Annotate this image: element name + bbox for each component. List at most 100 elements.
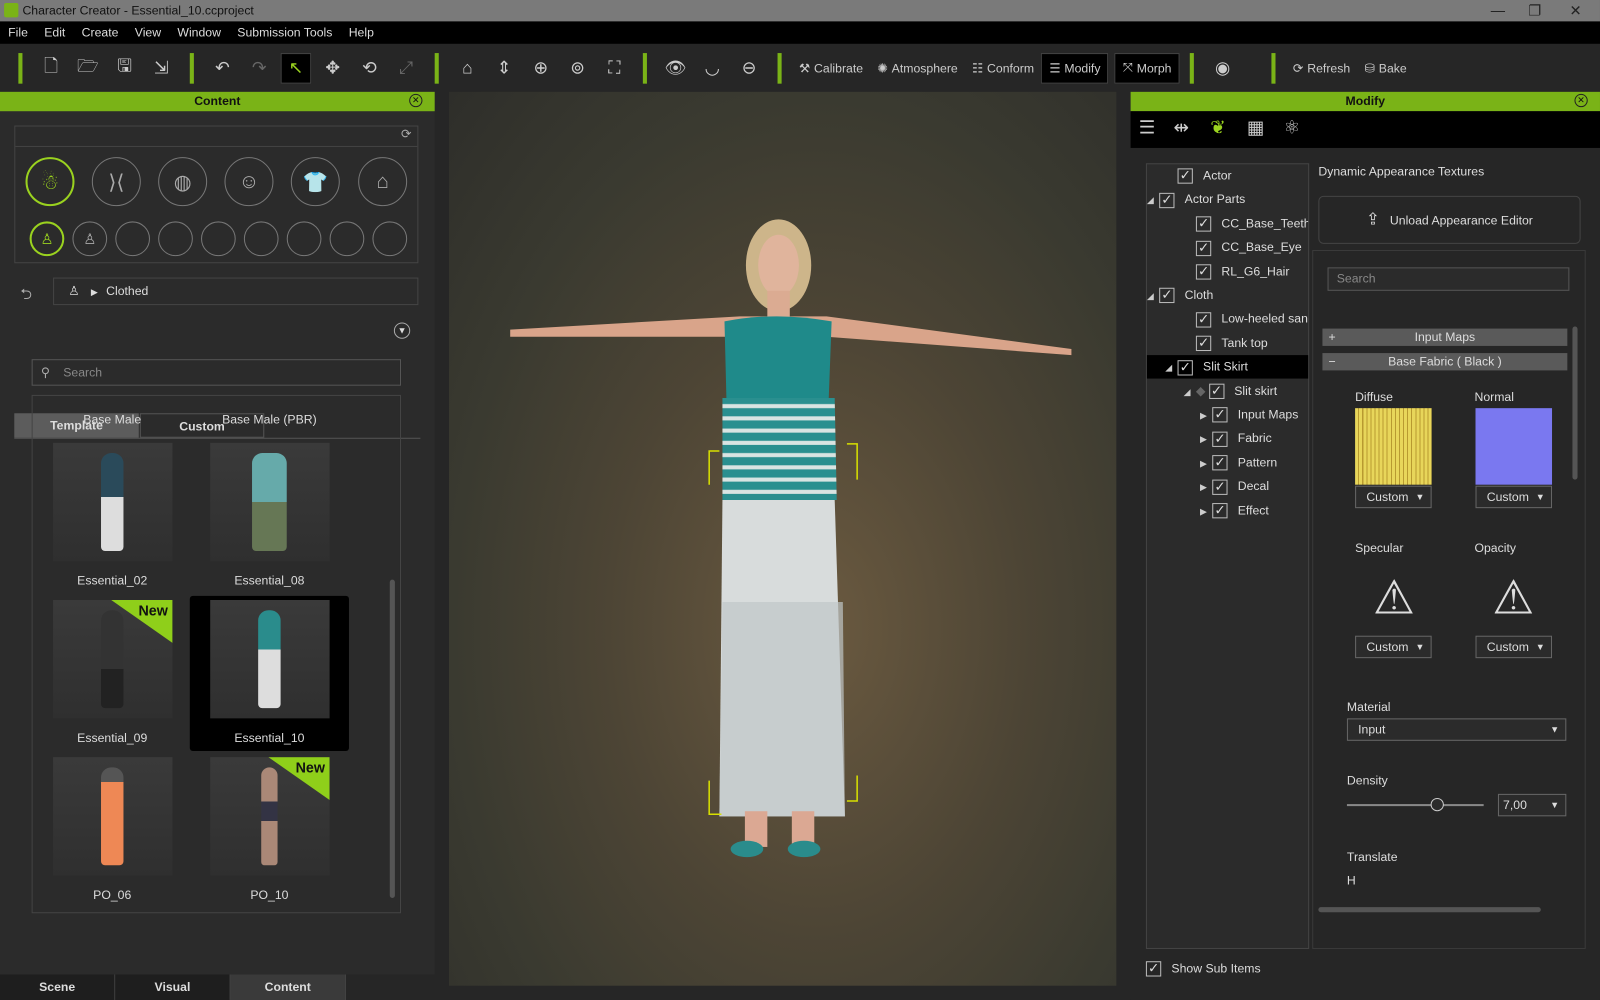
material-dropdown[interactable]: Input: [1346, 718, 1567, 741]
bake-button[interactable]: ⛁ Bake: [1357, 53, 1414, 84]
restore-button[interactable]: ❐: [1514, 0, 1555, 21]
appearance-icon[interactable]: ❦: [1210, 117, 1225, 138]
menu-window[interactable]: Window: [169, 21, 229, 43]
accessory-category-icon[interactable]: ⌂: [358, 157, 408, 207]
expand-arrow-icon[interactable]: ◢: [1147, 285, 1159, 307]
eye-icon[interactable]: 👁: [660, 53, 691, 84]
checkbox[interactable]: ✓: [1195, 264, 1212, 280]
checkbox[interactable]: ✓: [1159, 288, 1175, 304]
menu-help[interactable]: Help: [341, 21, 383, 43]
tab-scene[interactable]: Scene: [0, 974, 116, 1000]
checkbox[interactable]: ✓: [1159, 193, 1175, 208]
open-folder-icon[interactable]: 🗁: [72, 53, 103, 84]
home-camera-icon[interactable]: ⌂: [452, 53, 483, 84]
checkbox[interactable]: ✓: [1177, 360, 1193, 376]
fit-height-icon[interactable]: ⇕: [489, 53, 520, 84]
checkbox[interactable]: ✓: [1195, 216, 1212, 232]
expand-arrow-icon[interactable]: ▶: [1200, 500, 1212, 522]
menu-view[interactable]: View: [127, 21, 170, 43]
expand-arrow-icon[interactable]: ▶: [1200, 476, 1212, 498]
content-item[interactable]: New Essential_09: [33, 599, 192, 745]
content-item[interactable]: New PO_10: [190, 757, 349, 902]
clothed-subcategory-icon[interactable]: ♙: [29, 221, 65, 257]
tree-item[interactable]: ▶ ✓ Effect: [1147, 499, 1308, 522]
tree-item[interactable]: ✓ Low-heeled sandals: [1147, 308, 1308, 331]
slider-handle[interactable]: [1430, 797, 1444, 812]
show-sub-items-checkbox[interactable]: ✓ Show Sub Items: [1145, 961, 1261, 977]
checkbox[interactable]: ✓: [1212, 455, 1228, 471]
tree-item[interactable]: ◢ ✓ Cloth: [1147, 284, 1308, 307]
undo-icon[interactable]: ↶: [207, 53, 238, 84]
character-category-icon[interactable]: ☃: [25, 157, 75, 207]
tab-visual[interactable]: Visual: [115, 974, 231, 1000]
checkbox[interactable]: ✓: [1195, 240, 1212, 256]
tree-item[interactable]: ◢ ◆ ✓ Slit skirt: [1147, 379, 1308, 402]
move-icon[interactable]: ✥: [317, 53, 348, 84]
fit-pan-icon[interactable]: ⊕: [526, 53, 557, 84]
frame-icon[interactable]: ⛶: [599, 53, 630, 84]
morph-category-icon[interactable]: ⟩⟨: [91, 157, 141, 207]
tab-content[interactable]: Content: [230, 974, 346, 1000]
subcategory-slot[interactable]: [372, 221, 408, 257]
close-panel-icon[interactable]: ✕: [1574, 93, 1588, 108]
checkbox[interactable]: ✓: [1212, 503, 1228, 519]
diffuse-dropdown[interactable]: Custom: [1355, 485, 1432, 509]
subcategory-slot[interactable]: [115, 221, 150, 257]
horizontal-scrollbar[interactable]: [1318, 907, 1541, 913]
breadcrumb-clothed[interactable]: Clothed: [106, 284, 148, 298]
base-fabric-section[interactable]: − Base Fabric ( Black ): [1322, 353, 1568, 371]
expand-arrow-icon[interactable]: ▶: [1200, 452, 1212, 474]
checkbox[interactable]: ✓: [1212, 479, 1228, 495]
menu-create[interactable]: Create: [74, 21, 127, 43]
tree-item[interactable]: ✓ CC_Base_Eye: [1147, 236, 1308, 259]
content-item[interactable]: Base Male (PBR): [190, 412, 349, 426]
morph-button[interactable]: ⤧ Morph: [1114, 52, 1180, 84]
tree-item[interactable]: ✓ Actor: [1147, 164, 1308, 187]
nude-subcategory-icon[interactable]: ♙: [72, 221, 108, 257]
back-icon[interactable]: ⮌: [20, 284, 31, 308]
export-icon[interactable]: ⇲: [146, 53, 177, 84]
tree-item[interactable]: ▶ ✓ Decal: [1147, 475, 1308, 498]
scrollbar[interactable]: [389, 579, 395, 898]
calibrate-button[interactable]: ⚒ Calibrate: [792, 53, 870, 84]
expand-arrow-icon[interactable]: ▶: [1200, 404, 1212, 426]
close-panel-icon[interactable]: ✕: [409, 93, 423, 108]
minimize-button[interactable]: —: [1478, 0, 1519, 21]
tree-item[interactable]: ▶ ✓ Input Maps: [1147, 403, 1308, 426]
content-item[interactable]: Essential_08: [190, 442, 349, 588]
checkbox[interactable]: ✓: [1195, 311, 1212, 328]
diffuse-texture-thumbnail[interactable]: [1355, 408, 1432, 485]
cloth-category-icon[interactable]: 👕: [290, 157, 340, 207]
tree-item[interactable]: ◢ ✓ Slit Skirt: [1146, 355, 1309, 379]
content-item[interactable]: PO_06: [33, 757, 192, 902]
3d-viewport[interactable]: [448, 91, 1117, 986]
select-arrow-icon[interactable]: ↖: [280, 52, 312, 84]
morph-icon[interactable]: ⇹: [1173, 117, 1188, 138]
density-input[interactable]: 7,00: [1497, 793, 1567, 817]
opacity-dropdown[interactable]: Custom: [1475, 635, 1553, 659]
head-category-icon[interactable]: ☺: [224, 157, 274, 207]
scale-icon[interactable]: ⤢: [391, 53, 422, 84]
tree-item[interactable]: ✓ Tank top: [1147, 331, 1308, 354]
vertical-scrollbar[interactable]: [1572, 326, 1578, 480]
tree-item[interactable]: ✓ RL_G6_Hair: [1147, 260, 1308, 283]
close-button[interactable]: ✕: [1555, 0, 1596, 21]
tree-item[interactable]: ✓ CC_Base_Teeth: [1147, 212, 1308, 235]
conform-button[interactable]: ☷ Conform: [965, 53, 1041, 84]
expand-arrow-icon[interactable]: ◢: [1184, 380, 1196, 402]
expand-arrow-icon[interactable]: ▶: [1200, 428, 1212, 450]
skin-category-icon[interactable]: ◍: [158, 157, 208, 207]
normal-dropdown[interactable]: Custom: [1475, 485, 1553, 509]
save-icon[interactable]: 🖫: [109, 53, 140, 84]
normal-texture-thumbnail[interactable]: [1475, 408, 1553, 485]
unload-appearance-editor-button[interactable]: ⇪ Unload Appearance Editor: [1318, 195, 1581, 244]
chevron-down-icon[interactable]: ▼: [393, 322, 411, 339]
render-icon[interactable]: ◉: [1207, 53, 1238, 84]
subcategory-slot[interactable]: [243, 221, 279, 257]
tree-item[interactable]: ▶ ✓ Fabric: [1147, 427, 1308, 450]
rotate-icon[interactable]: ⟲: [354, 53, 385, 84]
redo-icon[interactable]: ↷: [244, 53, 275, 84]
checkbox[interactable]: ✓: [1212, 407, 1228, 423]
new-file-icon[interactable]: 🗋: [36, 53, 67, 84]
bowl-icon[interactable]: ⊖: [734, 53, 765, 84]
